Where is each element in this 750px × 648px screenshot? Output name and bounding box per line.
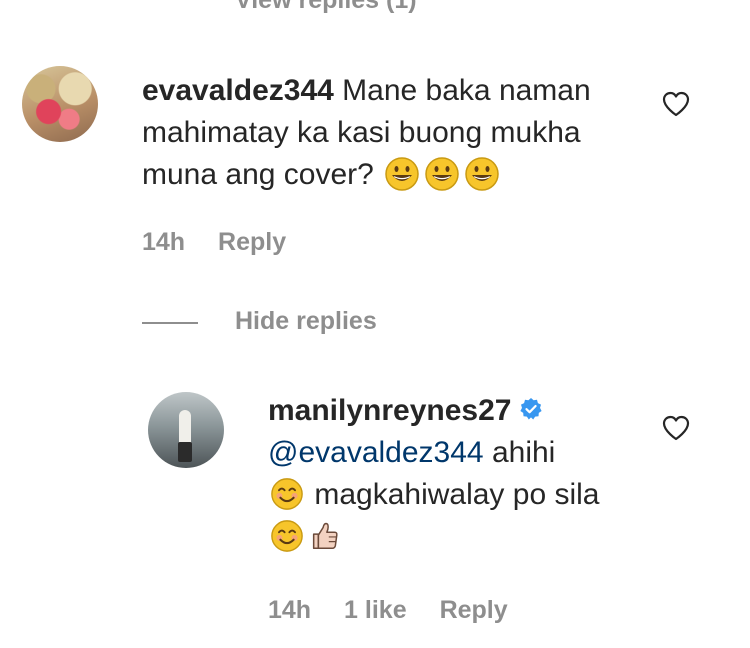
reply-time: 14h [268, 596, 312, 624]
smiling-face-icon [271, 478, 303, 510]
avatar[interactable] [148, 392, 224, 468]
grinning-face-icon [425, 157, 459, 191]
avatar-figure-legs [178, 442, 192, 462]
reply-button[interactable]: Reply [218, 228, 286, 256]
avatar[interactable] [22, 66, 98, 142]
verified-badge-icon [520, 398, 543, 420]
comments-panel: View replies (1) evavaldez344 Mane baka … [0, 0, 750, 648]
comment-time: 14h [142, 228, 186, 256]
comment-username[interactable]: evavaldez344 [142, 74, 334, 107]
hide-replies-button[interactable]: Hide replies [235, 307, 377, 336]
comment-meta: 14h Reply [142, 228, 312, 257]
reply-text-part1: ahihi [491, 436, 556, 469]
reply-meta: 14h 1 like Reply [268, 596, 534, 625]
divider [142, 322, 198, 324]
view-replies-link[interactable]: View replies (1) [235, 0, 417, 15]
like-heart-icon[interactable] [661, 414, 691, 442]
mention-link[interactable]: @evavaldez344 [268, 436, 484, 469]
like-heart-icon[interactable] [661, 90, 691, 118]
comment-body: evavaldez344 Mane baka naman mahimatay k… [142, 70, 642, 196]
thumbs-up-icon [312, 522, 338, 550]
reply-body: manilynreynes27 @evavaldez344 ahihi magk… [268, 390, 628, 558]
reply-button[interactable]: Reply [440, 596, 508, 624]
grinning-face-icon [465, 157, 499, 191]
reply-username[interactable]: manilynreynes27 [268, 394, 511, 427]
likes-count-link[interactable]: 1 like [344, 596, 407, 624]
grinning-face-icon [385, 157, 419, 191]
smiling-face-icon [271, 520, 303, 552]
reply-text-part2: magkahiwalay po sila [314, 478, 600, 511]
